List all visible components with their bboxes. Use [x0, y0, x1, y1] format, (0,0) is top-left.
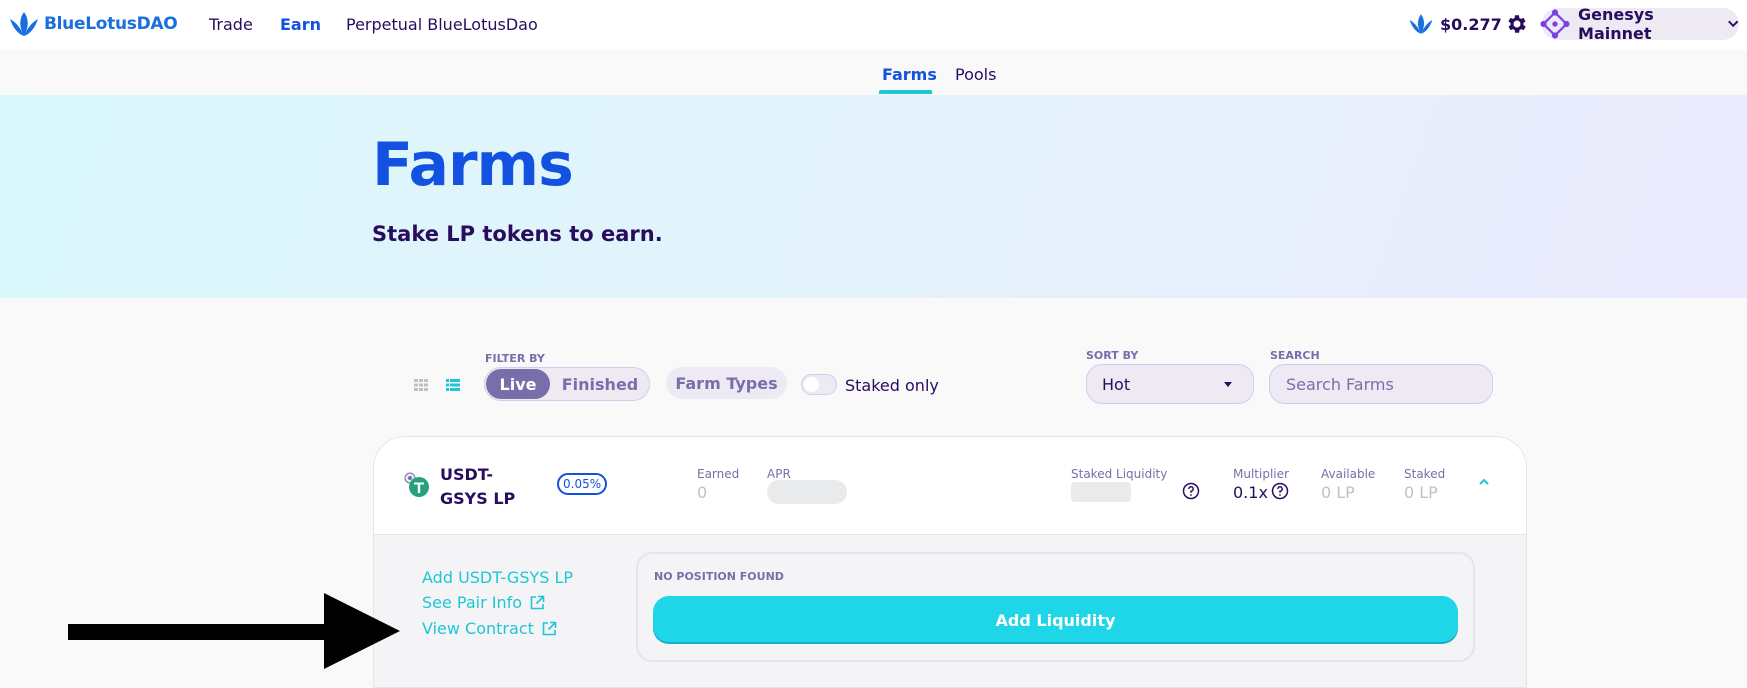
- sort-by-label: SORT BY: [1086, 349, 1139, 362]
- add-lp-link-label: Add USDT-GSYS LP: [422, 568, 574, 587]
- lotus-token-icon: [1409, 14, 1433, 34]
- token-price[interactable]: $0.277: [1408, 12, 1502, 36]
- search-input[interactable]: [1269, 364, 1493, 404]
- earned-label: Earned: [697, 467, 740, 481]
- gear-icon[interactable]: [1505, 12, 1529, 36]
- multiplier-value: 0.1x: [1233, 483, 1268, 502]
- sub-navbar: Farms Pools: [0, 50, 1747, 95]
- fee-badge: 0.05%: [557, 473, 608, 495]
- list-view-icon[interactable]: [445, 378, 461, 392]
- page-title: Farms: [372, 130, 574, 200]
- view-contract-label: View Contract: [422, 619, 534, 638]
- filter-live-button[interactable]: Live: [486, 369, 550, 399]
- staked-only-toggle[interactable]: [801, 374, 837, 395]
- nav-trade[interactable]: Trade: [209, 15, 253, 34]
- usdt-token-icon: [404, 472, 429, 497]
- see-pair-info-label: See Pair Info: [422, 593, 523, 612]
- add-lp-link[interactable]: Add USDT-GSYS LP: [422, 568, 573, 587]
- logo[interactable]: BlueLotusDAO: [8, 10, 178, 38]
- position-box: NO POSITION FOUND Add Liquidity: [636, 552, 1475, 662]
- see-pair-info-link[interactable]: See Pair Info: [422, 593, 546, 612]
- farm-types-button[interactable]: Farm Types: [666, 367, 787, 399]
- filter-by-label: FILTER BY: [485, 352, 545, 365]
- tab-pools[interactable]: Pools: [955, 65, 996, 84]
- sort-value: Hot: [1102, 375, 1131, 394]
- view-contract-link[interactable]: View Contract: [422, 619, 558, 638]
- active-tab-indicator: [879, 90, 932, 94]
- farm-details-panel: Add USDT-GSYS LP See Pair Info View Cont…: [374, 535, 1526, 687]
- multiplier-help-icon[interactable]: [1271, 482, 1289, 500]
- earned-value: 0: [697, 483, 708, 502]
- available-label: Available: [1321, 467, 1376, 481]
- tab-farms[interactable]: Farms: [882, 65, 937, 84]
- annotation-arrow: [68, 593, 400, 669]
- token-price-value: $0.277: [1440, 14, 1502, 34]
- page-subtitle: Stake LP tokens to earn.: [372, 222, 663, 246]
- staked-label: Staked: [1404, 467, 1446, 481]
- farm-row[interactable]: USDT-GSYS LP 0.05% Earned 0 APR Staked L…: [374, 437, 1526, 535]
- filter-finished-button[interactable]: Finished: [551, 369, 649, 399]
- network-selector[interactable]: Genesys Mainnet: [1540, 5, 1739, 43]
- search-label: SEARCH: [1270, 349, 1320, 362]
- external-link-icon: [542, 621, 557, 635]
- no-position-label: NO POSITION FOUND: [654, 570, 784, 583]
- network-name: Genesys Mainnet: [1578, 5, 1654, 43]
- farm-name: USDT-GSYS LP: [440, 465, 516, 508]
- apr-skeleton: [767, 480, 847, 504]
- hero-banner: [0, 95, 1747, 298]
- caret-down-icon: [1224, 382, 1232, 387]
- nav-earn[interactable]: Earn: [280, 15, 321, 34]
- add-liquidity-button[interactable]: Add Liquidity: [653, 596, 1458, 644]
- staked-liquidity-label: Staked Liquidity: [1071, 467, 1168, 481]
- apr-label: APR: [767, 467, 791, 481]
- staked-only-label: Staked only: [845, 376, 939, 395]
- sort-select[interactable]: Hot: [1086, 364, 1254, 404]
- chevron-down-icon: [1727, 20, 1738, 28]
- genesys-network-icon: [1540, 9, 1570, 39]
- grid-view-icon[interactable]: [413, 378, 429, 392]
- farm-card: USDT-GSYS LP 0.05% Earned 0 APR Staked L…: [373, 436, 1527, 688]
- multiplier-label: Multiplier: [1233, 467, 1289, 481]
- chevron-up-icon[interactable]: [1477, 477, 1491, 487]
- staked-value: 0 LP: [1404, 483, 1438, 502]
- staked-liquidity-skeleton: [1071, 482, 1131, 502]
- toggle-knob: [804, 377, 819, 392]
- live-finished-toggle: Live Finished: [484, 367, 650, 401]
- nav-perpetual[interactable]: Perpetual BlueLotusDao: [346, 15, 538, 34]
- available-value: 0 LP: [1321, 483, 1355, 502]
- logo-text: BlueLotusDAO: [44, 14, 178, 34]
- external-link-icon: [530, 595, 545, 609]
- help-icon[interactable]: [1182, 482, 1200, 500]
- lotus-logo-icon: [10, 12, 38, 36]
- top-navbar: BlueLotusDAO Trade Earn Perpetual BlueLo…: [0, 0, 1747, 50]
